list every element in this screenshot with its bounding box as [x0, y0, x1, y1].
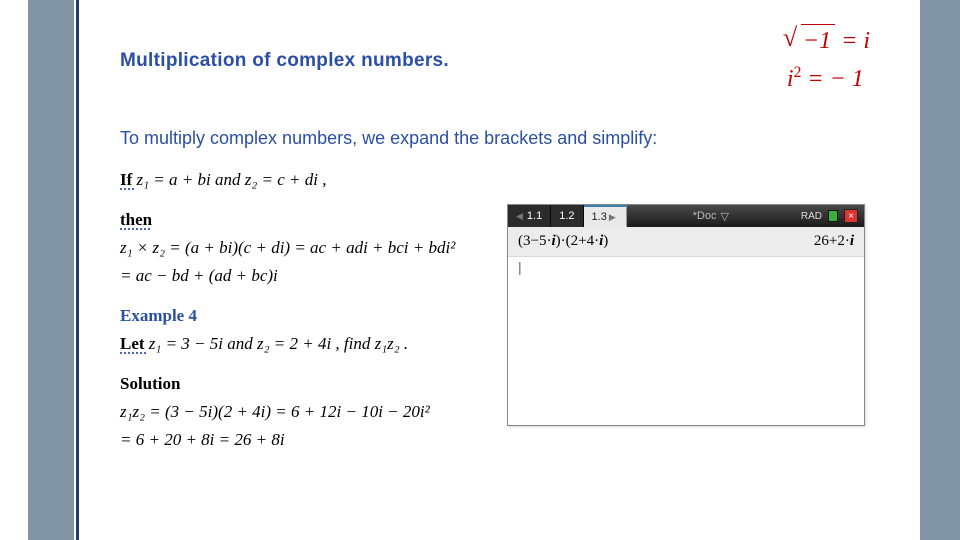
sqrt-identity: −1 = i — [787, 24, 870, 57]
right-stripe — [920, 0, 960, 540]
calc-result: 26+2·i — [814, 233, 854, 250]
calc-input: (3−5·i)·(2+4·i) — [518, 233, 608, 250]
i-squared-identity: i2 = − 1 — [787, 57, 870, 95]
solution-line2: = 6 + 20 + 8i = 26 + 8i — [120, 427, 900, 453]
identity-formulas: −1 = i i2 = − 1 — [787, 24, 870, 95]
close-icon[interactable]: × — [844, 209, 858, 223]
angle-mode: RAD — [801, 211, 822, 222]
battery-icon — [828, 210, 838, 222]
tab-1-3[interactable]: 1.3▶ — [584, 205, 627, 227]
left-stripe — [28, 0, 74, 540]
if-line: If z₁ = a + bi and z₂ = c + di , — [120, 167, 900, 193]
calculator-pane: ◀1.1 1.2 1.3▶ *Doc▽ RAD × (3−5·i)·(2+4·i… — [507, 204, 865, 426]
calc-titlebar: ◀1.1 1.2 1.3▶ *Doc▽ RAD × — [508, 205, 864, 227]
tab-1-1[interactable]: ◀1.1 — [508, 205, 551, 227]
titlebar-right: RAD × — [795, 205, 864, 227]
calc-history-row: (3−5·i)·(2+4·i) 26+2·i — [508, 227, 864, 257]
intro-text: To multiply complex numbers, we expand t… — [120, 128, 900, 149]
radicand: −1 — [801, 24, 835, 57]
slide-content: Multiplication of complex numbers. −1 = … — [120, 50, 900, 520]
doc-label: *Doc▽ — [627, 205, 795, 227]
tab-1-2[interactable]: 1.2 — [551, 205, 583, 227]
sqrt-rhs: = i — [835, 28, 870, 54]
calc-workspace[interactable] — [508, 275, 864, 425]
left-accent-line — [76, 0, 79, 540]
chevron-down-icon[interactable]: ▽ — [720, 210, 728, 223]
calc-entry-line[interactable]: | — [508, 257, 864, 275]
